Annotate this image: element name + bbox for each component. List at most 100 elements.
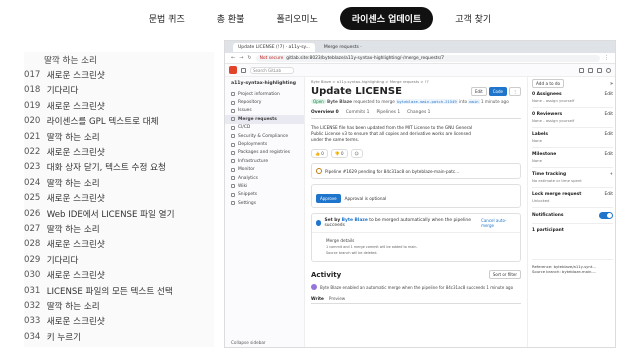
sidebar-item-project-information[interactable]: Project information xyxy=(225,90,304,98)
menu-icon[interactable]: ⋮ xyxy=(604,55,609,61)
avatar[interactable] xyxy=(606,67,611,73)
assignees-edit[interactable]: Edit xyxy=(604,92,613,97)
more-options-icon[interactable]: ⋮ xyxy=(509,87,521,96)
author-link[interactable]: Byte Blaze xyxy=(327,99,352,104)
edit-button[interactable]: Edit xyxy=(471,87,487,96)
breadcrumb[interactable]: Byte Blaze > a11y-syntax-highlighting > … xyxy=(311,79,521,84)
user-link[interactable]: Byte Blaze xyxy=(342,218,368,223)
back-icon[interactable]: ← xyxy=(231,55,235,61)
sidebar-item-settings[interactable]: Settings xyxy=(225,199,304,207)
cancel-auto-merge-button[interactable]: Cancel auto-merge xyxy=(481,218,516,228)
sidebar-item-issues[interactable]: Issues xyxy=(225,107,304,115)
mr-meta: Open Byte Blaze requested to merge byteb… xyxy=(311,99,509,104)
sidebar-item-analytics[interactable]: Analytics xyxy=(225,174,304,182)
step-list-item[interactable]: 020 라이센스를 GPL 텍스트로 대체 xyxy=(24,114,214,129)
reviewers-value[interactable]: None - assign yourself xyxy=(532,118,613,123)
thumbs-up-button[interactable]: 👍 0 xyxy=(311,149,328,158)
write-tab[interactable]: Write xyxy=(311,296,324,301)
thumbs-down-button[interactable]: 👎 0 xyxy=(330,149,348,158)
tab-changes[interactable]: Changes 1 xyxy=(407,110,430,115)
browser-tab[interactable]: Merge requests · xyxy=(318,42,367,52)
step-list-item[interactable]: 021 딸깍 하는 소리 xyxy=(24,129,214,144)
reviewers-edit[interactable]: Edit xyxy=(604,112,613,117)
issues-icon[interactable] xyxy=(579,67,584,73)
tab-polyomino[interactable]: 폴리오미노 xyxy=(266,7,327,30)
step-list-item[interactable]: 018 기다리다 xyxy=(24,83,214,98)
auto-merge-icon xyxy=(316,220,322,226)
pipeline-text[interactable]: Pipeline #1629 pending for 84c31ac8 on b… xyxy=(325,169,459,174)
sidebar-item-repository[interactable]: Repository xyxy=(225,98,304,106)
add-time-icon[interactable]: + xyxy=(609,172,613,177)
target-branch[interactable]: main xyxy=(468,99,480,104)
step-list-item[interactable]: 031 LICENSE 파일의 모든 텍스트 선택 xyxy=(24,283,214,298)
sidebar-item-merge-requests[interactable]: Merge requests xyxy=(225,115,304,124)
address-bar[interactable]: Not secure gitlab.site:8023/byteblaze/a1… xyxy=(255,54,600,62)
tab-total-refund[interactable]: 총 환불 xyxy=(207,7,255,30)
merge-requests-icon[interactable] xyxy=(588,67,593,73)
step-list-item[interactable]: 022 새로운 스크린샷 xyxy=(24,144,214,159)
sidebar-item-ci-cd[interactable]: CI/CD xyxy=(225,124,304,132)
url-text: gitlab.site:8023/byteblaze/a11y-syntax-h… xyxy=(286,55,445,61)
labels-edit[interactable]: Edit xyxy=(604,132,613,137)
sidebar-item-security-compliance[interactable]: Security & Compliance xyxy=(225,132,304,140)
todo-icon[interactable] xyxy=(597,67,602,73)
source-branch-copy[interactable]: Source branch: byteblaze-main-... xyxy=(532,269,613,274)
step-list-item[interactable]: 032 딸깍 하는 소리 xyxy=(24,298,214,313)
sidebar-item-wiki[interactable]: Wiki xyxy=(225,182,304,190)
gitlab-logo-icon[interactable] xyxy=(229,66,237,74)
sidebar-item-infrastructure[interactable]: Infrastructure xyxy=(225,157,304,165)
add-reaction-button[interactable]: ☺ xyxy=(350,149,363,158)
tab-license-update[interactable]: 라이센스 업데이트 xyxy=(339,6,434,30)
assignees-value[interactable]: None - assign yourself xyxy=(532,98,613,103)
step-list-item[interactable]: 030 새로운 스크린샷 xyxy=(24,267,214,282)
sidebar-item-packages-and-registries[interactable]: Packages and registries xyxy=(225,149,304,157)
step-list-item[interactable]: 023 대화 상자 닫기, 텍스트 수정 요청 xyxy=(24,160,214,175)
sort-filter-dropdown[interactable]: Sort or filter xyxy=(488,270,521,279)
step-list-item[interactable]: 029 기다리다 xyxy=(24,252,214,267)
step-number: 021 xyxy=(24,131,41,142)
step-list-item[interactable]: 019 새로운 스크린샷 xyxy=(24,98,214,113)
code-button[interactable]: Code xyxy=(488,87,507,96)
tab-grammar-quiz[interactable]: 문법 퀴즈 xyxy=(139,7,195,30)
preview-tab[interactable]: Preview xyxy=(329,296,345,301)
search-input[interactable]: Search GitLab xyxy=(250,66,294,74)
tab-overview[interactable]: Overview 0 xyxy=(311,110,339,115)
step-number: 029 xyxy=(24,254,41,265)
lock-edit[interactable]: Edit xyxy=(604,192,613,197)
forward-icon[interactable]: → xyxy=(239,55,243,61)
sidebar-item-deployments[interactable]: Deployments xyxy=(225,140,304,148)
step-list-item[interactable]: 새로운 스크린샷 xyxy=(24,344,214,347)
tab-commits[interactable]: Commits 1 xyxy=(346,110,370,115)
sidebar-item-monitor[interactable]: Monitor xyxy=(225,166,304,174)
step-list-item[interactable]: 034 키 누르기 xyxy=(24,329,214,344)
collapse-sidebar-button[interactable]: Collapse sidebar xyxy=(231,340,266,345)
sidebar-item-label: Issues xyxy=(238,108,252,114)
tab-pipelines[interactable]: Pipelines 1 xyxy=(376,110,400,115)
add-todo-button[interactable]: Add a to do xyxy=(532,79,565,88)
step-list-item[interactable]: 017 새로운 스크린샷 xyxy=(24,67,214,82)
step-list-item[interactable]: 딸깍 하는 소리 xyxy=(24,52,214,67)
tab-find-customer[interactable]: 고객 찾기 xyxy=(445,7,501,30)
step-text: 딸깍 하는 소리 xyxy=(46,224,100,235)
browser-screenshot: Update LICENSE (!7) · a11y-sy... Merge r… xyxy=(224,40,616,348)
step-list-item[interactable]: 026 Web IDE에서 LICENSE 파일 열기 xyxy=(24,206,214,221)
source-branch[interactable]: byteblaze-main-patch-21549 xyxy=(396,99,458,104)
step-list-item[interactable]: 027 딸깍 하는 소리 xyxy=(24,221,214,236)
labels-value: None xyxy=(532,138,542,143)
sidebar-item-snippets[interactable]: Snippets xyxy=(225,191,304,199)
milestone-edit[interactable]: Edit xyxy=(604,152,613,157)
step-list-item[interactable]: 028 새로운 스크린샷 xyxy=(24,237,214,252)
project-name[interactable]: a11y-syntax-highlighting xyxy=(225,77,304,90)
step-list-item[interactable]: 033 새로운 스크린샷 xyxy=(24,314,214,329)
step-list-item[interactable]: 024 딸깍 하는 소리 xyxy=(24,175,214,190)
reload-icon[interactable]: ↻ xyxy=(247,55,251,61)
avatar[interactable] xyxy=(311,284,317,290)
sidebar-item-label: Security & Compliance xyxy=(238,133,289,139)
menu-icon[interactable] xyxy=(241,67,246,73)
notifications-toggle[interactable] xyxy=(599,212,613,219)
pipeline-widget: Pipeline #1629 pending for 84c31ac8 on b… xyxy=(311,163,521,179)
browser-tab-active[interactable]: Update LICENSE (!7) · a11y-sy... xyxy=(233,42,315,52)
collapse-icon[interactable]: » xyxy=(610,81,613,87)
step-list-item[interactable]: 025 새로운 스크린샷 xyxy=(24,191,214,206)
approve-button[interactable]: Approve xyxy=(316,194,341,203)
